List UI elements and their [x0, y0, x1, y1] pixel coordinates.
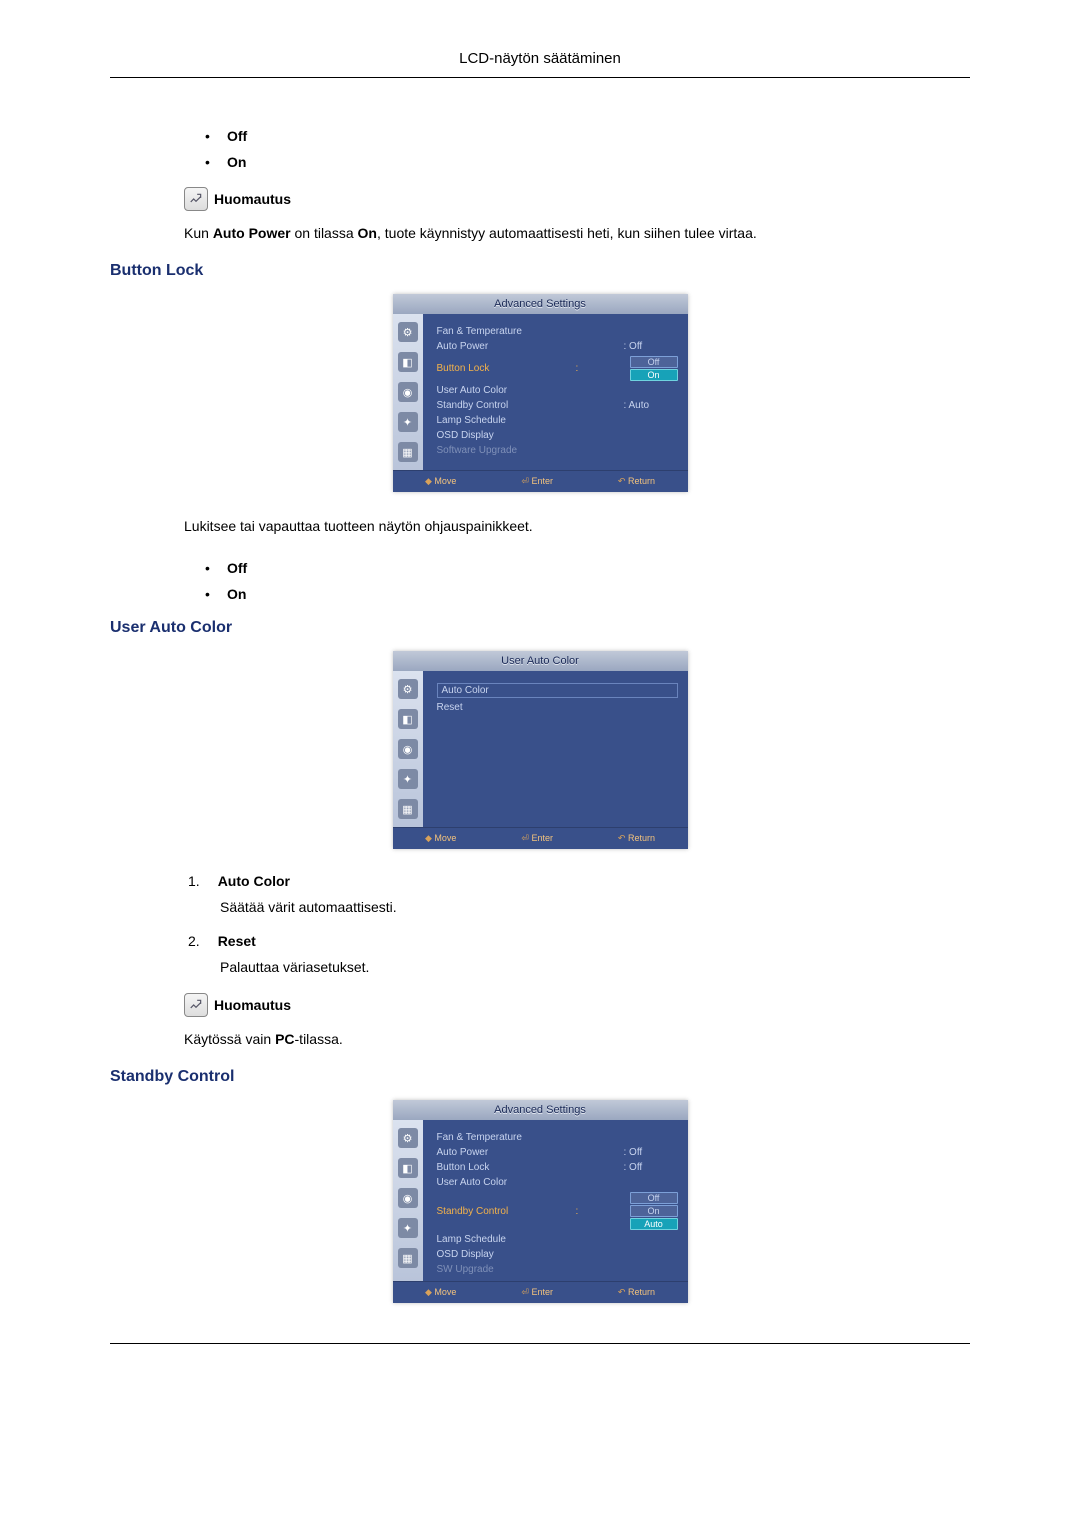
auto-power-note: Kun Auto Power on tilassa On, tuote käyn…	[184, 223, 970, 244]
option-off: Off	[227, 560, 247, 576]
osd-screenshot-user-auto-color: User Auto Color ⚙ ◧ ◉ ✦ ▦ Auto Color Res…	[393, 651, 688, 849]
user-auto-color-list: Auto Color Säätää värit automaattisesti.…	[188, 873, 970, 975]
osd-item: Standby Control	[437, 400, 624, 411]
osd-value: : Off	[624, 1147, 678, 1158]
osd-item: User Auto Color	[437, 1177, 678, 1188]
osd-sidebar-icons: ⚙ ◧ ◉ ✦ ▦	[393, 314, 423, 470]
list-desc: Palauttaa väriasetukset.	[220, 959, 970, 975]
osd-icon: ◉	[398, 1188, 418, 1208]
list-label: Reset	[218, 933, 256, 949]
osd-footer: ◆ Move ⏎ Enter ↶ Return	[393, 827, 688, 849]
option-on: On	[227, 586, 246, 602]
button-lock-desc: Lukitsee tai vapauttaa tuotteen näytön o…	[184, 516, 970, 537]
osd-item: Button Lock	[437, 1162, 624, 1173]
osd-icon: ⚙	[398, 679, 418, 699]
osd-title: Advanced Settings	[393, 294, 688, 314]
osd-sidebar-icons: ⚙ ◧ ◉ ✦ ▦	[393, 671, 423, 827]
note-label: Huomautus	[214, 997, 291, 1013]
osd-item: Auto Power	[437, 341, 624, 352]
osd-item: Fan & Temperature	[437, 1132, 678, 1143]
note-icon	[184, 187, 208, 211]
osd-title: Advanced Settings	[393, 1100, 688, 1120]
user-auto-color-note: Käytössä vain PC-tilassa.	[184, 1029, 970, 1050]
button-lock-options: Off On	[205, 555, 970, 607]
osd-item: Reset	[437, 702, 678, 713]
osd-item: Lamp Schedule	[437, 1234, 678, 1245]
osd-icon: ✦	[398, 1218, 418, 1238]
osd-icon: ⚙	[398, 322, 418, 342]
osd-title: User Auto Color	[393, 651, 688, 671]
osd-icon: ◧	[398, 709, 418, 729]
list-number	[188, 873, 200, 889]
osd-icon: ▦	[398, 442, 418, 462]
osd-item-disabled: Software Upgrade	[437, 445, 678, 456]
osd-icon: ✦	[398, 412, 418, 432]
osd-item: Lamp Schedule	[437, 415, 678, 426]
osd-sidebar-icons: ⚙ ◧ ◉ ✦ ▦	[393, 1120, 423, 1281]
option-off: Off	[227, 128, 247, 144]
list-desc: Säätää värit automaattisesti.	[220, 899, 970, 915]
section-title-user-auto-color: User Auto Color	[110, 619, 970, 637]
page-footer-rule	[110, 1343, 970, 1344]
osd-option: Off	[630, 356, 678, 368]
note-icon	[184, 993, 208, 1017]
osd-icon: ▦	[398, 1248, 418, 1268]
osd-icon: ◧	[398, 1158, 418, 1178]
osd-option-selected: On	[630, 369, 678, 381]
osd-value: : Off	[624, 1162, 678, 1173]
osd-item-selected: Auto Color	[437, 683, 678, 698]
osd-icon: ◉	[398, 739, 418, 759]
section-title-button-lock: Button Lock	[110, 262, 970, 280]
osd-icon: ◧	[398, 352, 418, 372]
osd-item-selected: Standby Control	[437, 1206, 576, 1217]
section-title-standby-control: Standby Control	[110, 1068, 970, 1086]
osd-item: OSD Display	[437, 430, 678, 441]
osd-screenshot-standby-control: Advanced Settings ⚙ ◧ ◉ ✦ ▦ Fan & Temper…	[393, 1100, 688, 1303]
osd-item: User Auto Color	[437, 385, 678, 396]
osd-option: Off	[630, 1192, 678, 1204]
auto-power-options: Off On	[205, 123, 970, 175]
osd-option: On	[630, 1205, 678, 1217]
osd-value: : Off	[624, 341, 678, 352]
osd-icon: ▦	[398, 799, 418, 819]
osd-icon: ✦	[398, 769, 418, 789]
osd-icon: ◉	[398, 382, 418, 402]
option-on: On	[227, 154, 246, 170]
osd-item: Fan & Temperature	[437, 326, 678, 337]
osd-item: Auto Power	[437, 1147, 624, 1158]
page-header: LCD-näytön säätäminen	[110, 50, 970, 78]
osd-item-selected: Button Lock	[437, 363, 576, 374]
osd-screenshot-button-lock: Advanced Settings ⚙ ◧ ◉ ✦ ▦ Fan & Temper…	[393, 294, 688, 492]
osd-footer: ◆ Move ⏎ Enter ↶ Return	[393, 1281, 688, 1303]
osd-footer: ◆ Move ⏎ Enter ↶ Return	[393, 470, 688, 492]
note-label: Huomautus	[214, 191, 291, 207]
list-label: Auto Color	[218, 873, 290, 889]
osd-item-disabled: SW Upgrade	[437, 1264, 678, 1275]
osd-icon: ⚙	[398, 1128, 418, 1148]
osd-value: : Auto	[624, 400, 678, 411]
osd-option-selected: Auto	[630, 1218, 678, 1230]
osd-item: OSD Display	[437, 1249, 678, 1260]
list-number	[188, 933, 200, 949]
